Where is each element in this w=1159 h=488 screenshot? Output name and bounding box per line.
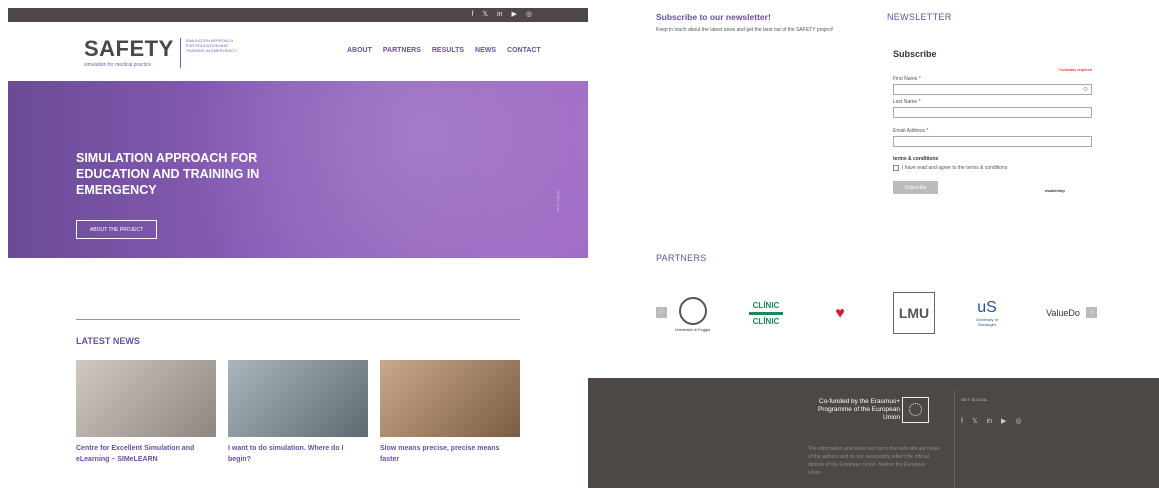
terms-row: I have read and agree to the terms & con… (893, 165, 1092, 171)
partner-name: University of Stavanger (975, 317, 998, 327)
section-divider (76, 319, 520, 320)
partner-logo-heart[interactable]: ♥ (820, 296, 860, 332)
footer-separator (954, 390, 955, 488)
newsletter-form: Subscribe * indicates required First Nam… (893, 49, 1092, 194)
form-title: Subscribe (893, 49, 937, 59)
first-name-label: First Name * (893, 76, 921, 82)
nav-about[interactable]: ABOUT (347, 47, 372, 54)
terms-label: I have read and agree to the terms & con… (902, 165, 1008, 171)
news-image[interactable] (228, 360, 368, 437)
partner-name: ValueDo (1046, 308, 1080, 318)
logo-name: SAFETY (84, 36, 174, 61)
youtube-icon[interactable]: ▶ (1001, 415, 1006, 429)
partner-logo-clinic[interactable]: CLÍNIC CLÍNIC (748, 292, 784, 334)
hero-side-text: Photo: copyright (556, 190, 560, 212)
news-caption[interactable]: Centre for Excellent Simulation and eLea… (76, 443, 216, 465)
partner-name: Università di Foggia (674, 326, 711, 332)
news-caption[interactable]: I want to do simulation. Where do I begi… (228, 443, 368, 465)
partner-name: LMU (898, 305, 930, 321)
top-bar: f 𝕏 in ▶ ◎ (8, 8, 588, 22)
disclaimer-text: The information and views set out in thi… (808, 446, 940, 476)
logo-tagline: simulation for medical practice (84, 62, 152, 68)
partner-logo-foggia[interactable]: Università di Foggia (670, 292, 715, 336)
nav-news[interactable]: NEWS (475, 47, 496, 54)
partner-name: CLÍNIC (752, 300, 780, 310)
partners-heading: PARTNERS (656, 253, 707, 263)
about-project-button[interactable]: ABOUT THE PROJECT (76, 220, 157, 239)
subscribe-heading: Subscribe to our newsletter! (656, 12, 771, 22)
logo-subtitle: SIMULATION APPROACH FOR EDUCATION AND TR… (185, 38, 237, 53)
news-card[interactable]: Centre for Excellent Simulation and eLea… (76, 360, 216, 465)
twitter-icon[interactable]: 𝕏 (482, 8, 488, 22)
chevron-right-icon: › (1090, 309, 1093, 316)
instagram-icon[interactable]: ◎ (1015, 415, 1021, 429)
email-label: Email Address * (893, 128, 929, 134)
first-name-input[interactable]: ⊙ (893, 84, 1092, 95)
chevron-left-icon: ‹ (660, 309, 663, 316)
news-caption[interactable]: Slow means precise, precise means faster (380, 443, 520, 465)
social-icons: f 𝕏 in ▶ ◎ (471, 8, 532, 22)
hero-title: SIMULATION APPROACH FOR EDUCATION AND TR… (76, 151, 260, 197)
nav-contact[interactable]: CONTACT (507, 47, 541, 54)
news-image[interactable] (380, 360, 520, 437)
safety-logo[interactable]: SAFETY simulation for medical practice S… (84, 36, 240, 68)
get-social-label: GET SOCIAL (961, 397, 988, 402)
youtube-icon[interactable]: ▶ (512, 8, 517, 22)
linkedin-icon[interactable]: in (497, 8, 502, 22)
newsletter-heading: NEWSLETTER (887, 12, 952, 22)
subscribe-description: Keep in touch about the latest news and … (656, 27, 834, 33)
linkedin-icon[interactable]: in (987, 415, 992, 429)
terms-checkbox[interactable] (893, 165, 899, 171)
eu-funding-text: Co-funded by the Erasmus+ Programme of t… (817, 398, 900, 421)
autofill-icon: ⊙ (1082, 87, 1088, 93)
partner-name-sub: CLÍNIC (752, 316, 780, 326)
latest-news-title: LATEST NEWS (76, 336, 140, 346)
main-nav: ABOUT PARTNERS RESULTS NEWS CONTACT (347, 47, 541, 54)
carousel-next-button[interactable]: › (1086, 307, 1097, 318)
footer-social-icons: f 𝕏 in ▶ ◎ (961, 415, 1022, 429)
partner-logo-valuedo[interactable]: ValueDo (1042, 305, 1084, 321)
facebook-icon[interactable]: f (961, 415, 963, 429)
mailchimp-logo[interactable]: mailchimp (1045, 188, 1065, 193)
heart-icon: ♥ (835, 305, 845, 322)
news-card[interactable]: I want to do simulation. Where do I begi… (228, 360, 368, 465)
terms-heading: terms & conditions (893, 156, 939, 162)
news-image[interactable] (76, 360, 216, 437)
last-name-input[interactable] (893, 107, 1092, 118)
eu-flag-icon (902, 397, 929, 423)
carousel-prev-button[interactable]: ‹ (656, 307, 667, 318)
instagram-icon[interactable]: ◎ (526, 8, 532, 22)
nav-results[interactable]: RESULTS (432, 47, 464, 54)
logo-divider: SIMULATION APPROACH FOR EDUCATION AND TR… (179, 38, 240, 68)
seal-icon (678, 296, 707, 325)
subscribe-button[interactable]: Subscribe (893, 181, 938, 194)
us-icon: uS (977, 299, 997, 316)
partner-logo-stavanger[interactable]: uS University of Stavanger (968, 292, 1006, 334)
nav-partners[interactable]: PARTNERS (383, 47, 421, 54)
facebook-icon[interactable]: f (471, 8, 473, 22)
required-note: * indicates required (1057, 67, 1092, 72)
last-name-label: Last Name * (893, 99, 921, 105)
news-card[interactable]: Slow means precise, precise means faster (380, 360, 520, 465)
partner-logo-lmu[interactable]: LMU (893, 292, 935, 334)
twitter-icon[interactable]: 𝕏 (972, 415, 978, 429)
email-input[interactable] (893, 136, 1092, 147)
